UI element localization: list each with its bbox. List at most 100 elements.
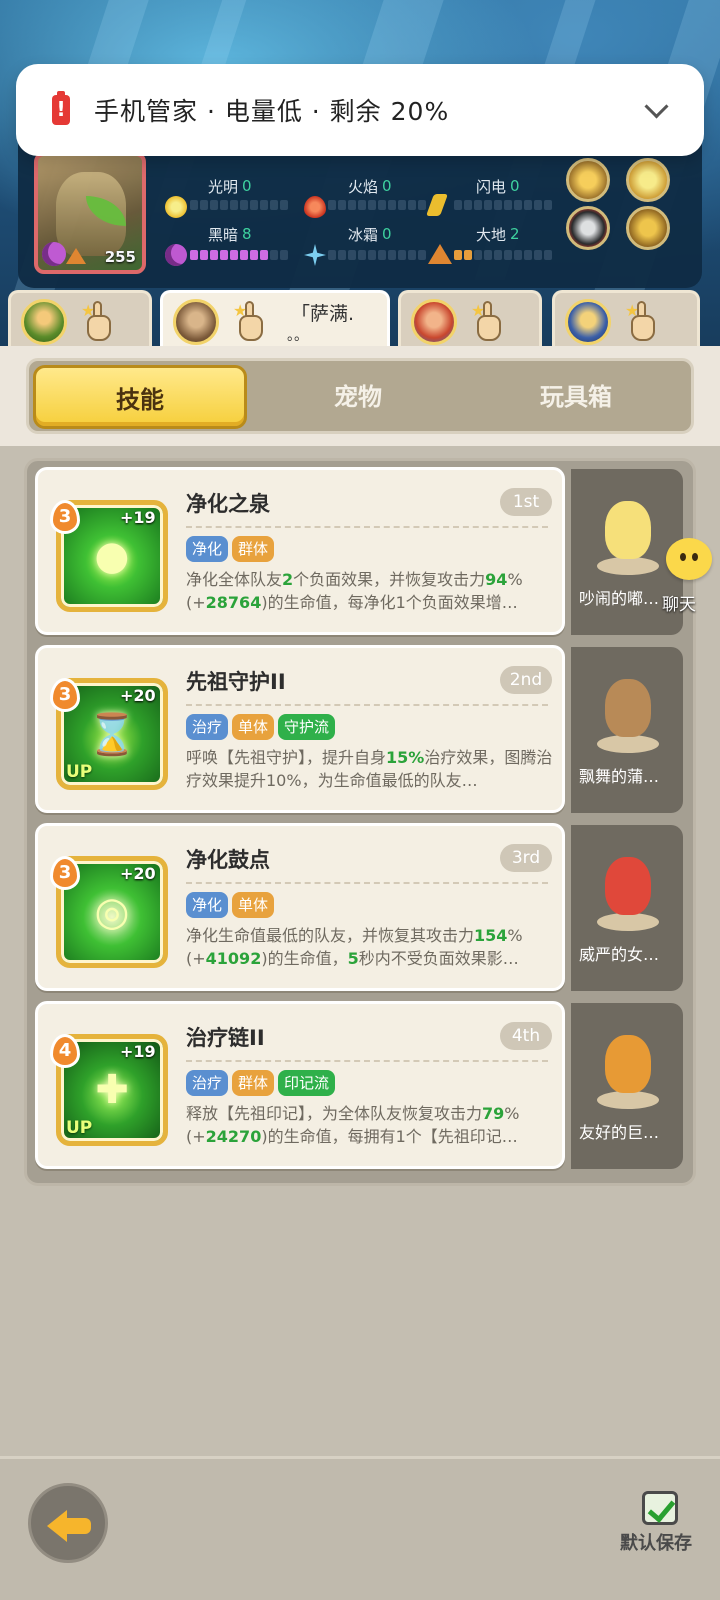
back-button[interactable] bbox=[28, 1483, 108, 1563]
pet-image bbox=[593, 1021, 661, 1109]
tap-hand-icon: ★ bbox=[81, 301, 117, 343]
tag: 守护流 bbox=[278, 714, 336, 740]
bottom-bar: 默认保存 bbox=[0, 1456, 720, 1600]
badge-beast-icon[interactable] bbox=[566, 206, 610, 250]
pet-name: 威严的女… bbox=[579, 945, 660, 964]
category-tabs: 技能 宠物 玩具箱 bbox=[26, 358, 694, 434]
tag: 净化 bbox=[186, 536, 229, 562]
character-tab-3[interactable]: ★ bbox=[398, 290, 542, 350]
pet-image bbox=[593, 665, 661, 753]
default-save-label[interactable]: 默认保存 bbox=[620, 1529, 692, 1555]
character-tab-4[interactable]: ★ bbox=[552, 290, 700, 350]
lightning-icon bbox=[425, 194, 449, 216]
element-fire: 火焰 0 bbox=[348, 177, 392, 196]
tag: 群体 bbox=[232, 536, 275, 562]
skill-title: 治疗链II bbox=[186, 1026, 265, 1050]
badge-dragon-icon[interactable] bbox=[626, 206, 670, 250]
back-arrow-icon bbox=[47, 1510, 67, 1542]
character-tabs: ★ ★ 「萨满. 。。 ★ ★ bbox=[0, 290, 720, 350]
frost-bar bbox=[328, 250, 426, 260]
character-name: 「萨满. bbox=[291, 303, 355, 325]
element-earth: 大地 2 bbox=[476, 225, 520, 244]
tag: 单体 bbox=[232, 892, 275, 918]
notification-text: 手机管家 · 电量低 · 剩余 20% bbox=[94, 97, 450, 126]
pet-card-3[interactable]: 威严的女… bbox=[571, 825, 683, 991]
frost-icon bbox=[304, 244, 326, 266]
light-icon bbox=[165, 196, 187, 218]
skill-card-3[interactable]: ◎ 3 +20 净化鼓点 3rd 净化 单体 净化生命值最低的队友，并恢复其攻击… bbox=[35, 823, 565, 991]
earth-icon bbox=[428, 244, 452, 264]
fire-icon bbox=[304, 196, 326, 218]
skill-card-2[interactable]: ⌛ 3 +20 UP 先祖守护II 2nd 治疗 单体 守护流 呼唤【先祖守护】… bbox=[35, 645, 565, 813]
chat-label[interactable]: 聊天 bbox=[662, 590, 696, 615]
tag: 治疗 bbox=[186, 714, 229, 740]
skill-up-badge: UP bbox=[66, 762, 93, 782]
skill-plus: +19 bbox=[120, 1042, 156, 1061]
avatar bbox=[173, 299, 219, 345]
skill-tags: 治疗 群体 印记流 bbox=[186, 1070, 336, 1096]
tap-hand-icon: ★ bbox=[233, 301, 269, 343]
badge-bird-icon[interactable] bbox=[626, 158, 670, 202]
skill-rank: 3rd bbox=[500, 844, 552, 872]
tap-hand-icon: ★ bbox=[625, 301, 661, 343]
dark-icon bbox=[165, 244, 187, 266]
battery-low-icon bbox=[52, 91, 70, 125]
character-name-sub: 。。 bbox=[287, 328, 308, 344]
pet-name: 友好的巨… bbox=[579, 1123, 660, 1142]
tab-skills[interactable]: 技能 bbox=[33, 365, 247, 429]
pet-card-4[interactable]: 友好的巨… bbox=[571, 1003, 683, 1169]
character-tab-1[interactable]: ★ bbox=[8, 290, 152, 350]
skill-rank: 2nd bbox=[500, 666, 552, 694]
element-lightning: 闪电 0 bbox=[476, 177, 520, 196]
tag: 群体 bbox=[232, 1070, 275, 1096]
character-tab-2[interactable]: ★ 「萨满. 。。 bbox=[160, 290, 390, 350]
chevron-down-icon[interactable] bbox=[640, 94, 672, 126]
earth-bar bbox=[454, 250, 552, 260]
skill-description: 释放【先祖印记】，为全体队友恢复攻击力79%(+24270)的生命值，每拥有1个… bbox=[186, 1104, 520, 1146]
lightning-bar bbox=[454, 200, 552, 210]
fire-bar bbox=[328, 200, 426, 210]
main-sheet: 技能 宠物 玩具箱 ● 3 +19 净化之泉 1st 净化 群体 净化全体队友2… bbox=[0, 346, 720, 1600]
skill-title: 净化之泉 bbox=[186, 492, 270, 516]
hero-portrait[interactable]: 255 bbox=[34, 152, 146, 274]
skill-up-badge: UP bbox=[66, 1118, 93, 1138]
dark-element-icon bbox=[42, 242, 66, 266]
element-frost: 冰霜 0 bbox=[348, 225, 392, 244]
skill-cost: 4 bbox=[50, 1034, 80, 1068]
pet-card-2[interactable]: 飘舞的蒲… bbox=[571, 647, 683, 813]
chat-emoji-icon[interactable] bbox=[666, 538, 712, 580]
tab-pets[interactable]: 宠物 bbox=[251, 365, 465, 429]
tag: 印记流 bbox=[278, 1070, 336, 1096]
badge-sun-icon[interactable] bbox=[566, 158, 610, 202]
divider bbox=[186, 1060, 548, 1062]
tap-hand-icon: ★ bbox=[471, 301, 507, 343]
skill-cost: 3 bbox=[50, 856, 80, 890]
battery-notification[interactable]: 手机管家 · 电量低 · 剩余 20% bbox=[16, 64, 704, 156]
skill-list: ● 3 +19 净化之泉 1st 净化 群体 净化全体队友2个负面效果，并恢复攻… bbox=[24, 458, 696, 1186]
skill-cost: 3 bbox=[50, 500, 80, 534]
skill-card-4[interactable]: ✚ 4 +19 UP 治疗链II 4th 治疗 群体 印记流 释放【先祖印记】，… bbox=[35, 1001, 565, 1169]
avatar bbox=[21, 299, 67, 345]
pet-image bbox=[593, 843, 661, 931]
divider bbox=[186, 882, 548, 884]
skill-title: 先祖守护II bbox=[186, 670, 286, 694]
skill-rank: 4th bbox=[500, 1022, 552, 1050]
skill-tags: 净化 单体 bbox=[186, 892, 275, 918]
skill-title: 净化鼓点 bbox=[186, 848, 270, 872]
default-save-checkbox[interactable] bbox=[642, 1491, 678, 1525]
pet-image bbox=[593, 487, 661, 575]
skill-card-1[interactable]: ● 3 +19 净化之泉 1st 净化 群体 净化全体队友2个负面效果，并恢复攻… bbox=[35, 467, 565, 635]
tab-toybox[interactable]: 玩具箱 bbox=[469, 365, 683, 429]
earth-element-icon bbox=[66, 248, 86, 264]
avatar bbox=[565, 299, 611, 345]
skill-description: 净化生命值最低的队友，并恢复其攻击力154%(+41092)的生命值，5秒内不受… bbox=[186, 926, 523, 968]
tag: 净化 bbox=[186, 892, 229, 918]
skill-description: 净化全体队友2个负面效果，并恢复攻击力94%(+28764)的生命值，每净化1个… bbox=[186, 570, 523, 612]
skill-cost: 3 bbox=[50, 678, 80, 712]
skill-plus: +19 bbox=[120, 508, 156, 527]
skill-rank: 1st bbox=[500, 488, 552, 516]
skill-plus: +20 bbox=[120, 864, 156, 883]
pet-name: 飘舞的蒲… bbox=[579, 767, 660, 786]
tag: 治疗 bbox=[186, 1070, 229, 1096]
divider bbox=[186, 526, 548, 528]
